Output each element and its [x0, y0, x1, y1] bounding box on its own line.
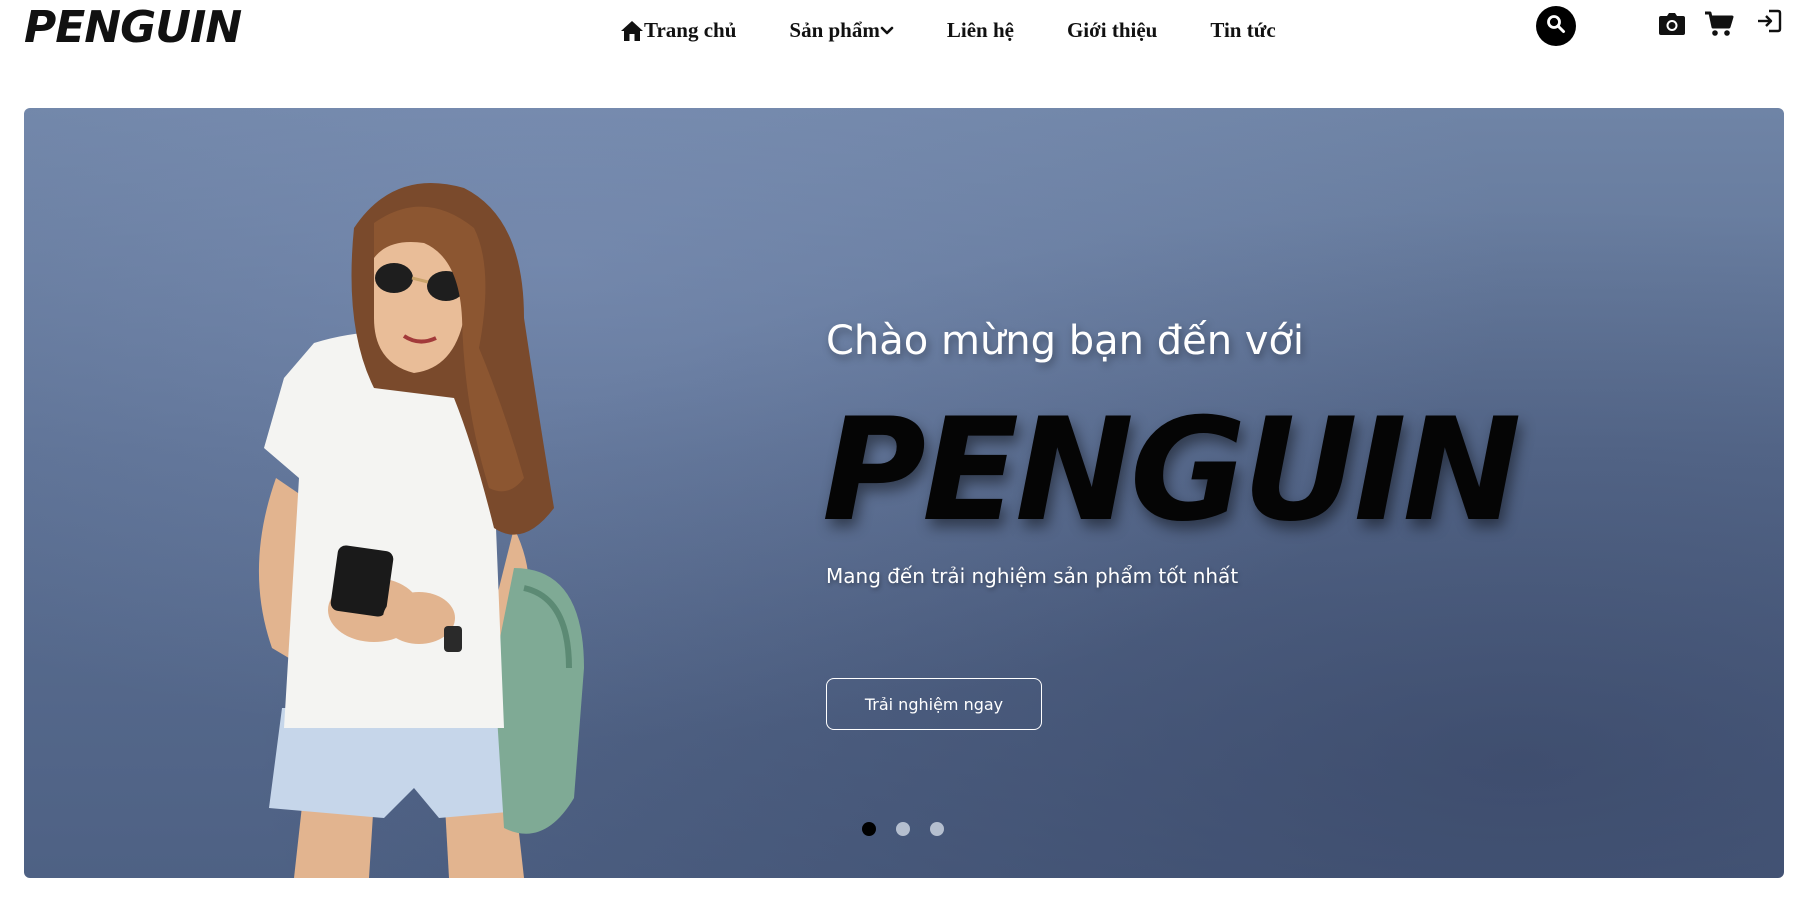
- nav-news[interactable]: Tin tức: [1210, 18, 1275, 43]
- search-icon: [1546, 14, 1566, 39]
- camera-icon: [1658, 12, 1686, 36]
- carousel-dots: [862, 822, 964, 836]
- chevron-down-icon: [880, 25, 894, 37]
- site-logo[interactable]: PENGUIN: [24, 2, 242, 53]
- hero-subtitle: Mang đến trải nghiệm sản phẩm tốt nhất: [826, 564, 1239, 588]
- hero-welcome-text: Chào mừng bạn đến với: [826, 318, 1305, 364]
- cart-icon: [1704, 10, 1734, 38]
- cart-button[interactable]: [1704, 10, 1734, 38]
- nav-contact[interactable]: Liên hệ: [947, 18, 1014, 43]
- carousel-dot-3[interactable]: [930, 822, 944, 836]
- hero-cta-button[interactable]: Trải nghiệm ngay: [826, 678, 1042, 730]
- search-button[interactable]: [1536, 6, 1576, 46]
- login-icon: [1756, 8, 1782, 34]
- hero-photo: [258, 183, 584, 878]
- main-nav: Trang chủ Sản phẩm Liên hệ Giới thiệu Ti…: [620, 18, 1276, 43]
- nav-products-label: Sản phẩm: [789, 18, 880, 42]
- carousel-dot-1[interactable]: [862, 822, 876, 836]
- hero-banner: Chào mừng bạn đến với PENGUIN Mang đến t…: [24, 108, 1784, 878]
- nav-home-label: Trang chủ: [644, 18, 737, 42]
- hero-title: PENGUIN: [822, 388, 1521, 553]
- camera-button[interactable]: [1658, 12, 1686, 36]
- login-button[interactable]: [1756, 8, 1782, 34]
- site-header: PENGUIN Trang chủ Sản phẩm Liên hệ Giới …: [0, 0, 1804, 92]
- nav-about[interactable]: Giới thiệu: [1067, 18, 1157, 43]
- nav-products[interactable]: Sản phẩm: [789, 18, 894, 43]
- nav-home[interactable]: Trang chủ: [620, 18, 736, 43]
- home-icon: [620, 20, 644, 42]
- carousel-dot-2[interactable]: [896, 822, 910, 836]
